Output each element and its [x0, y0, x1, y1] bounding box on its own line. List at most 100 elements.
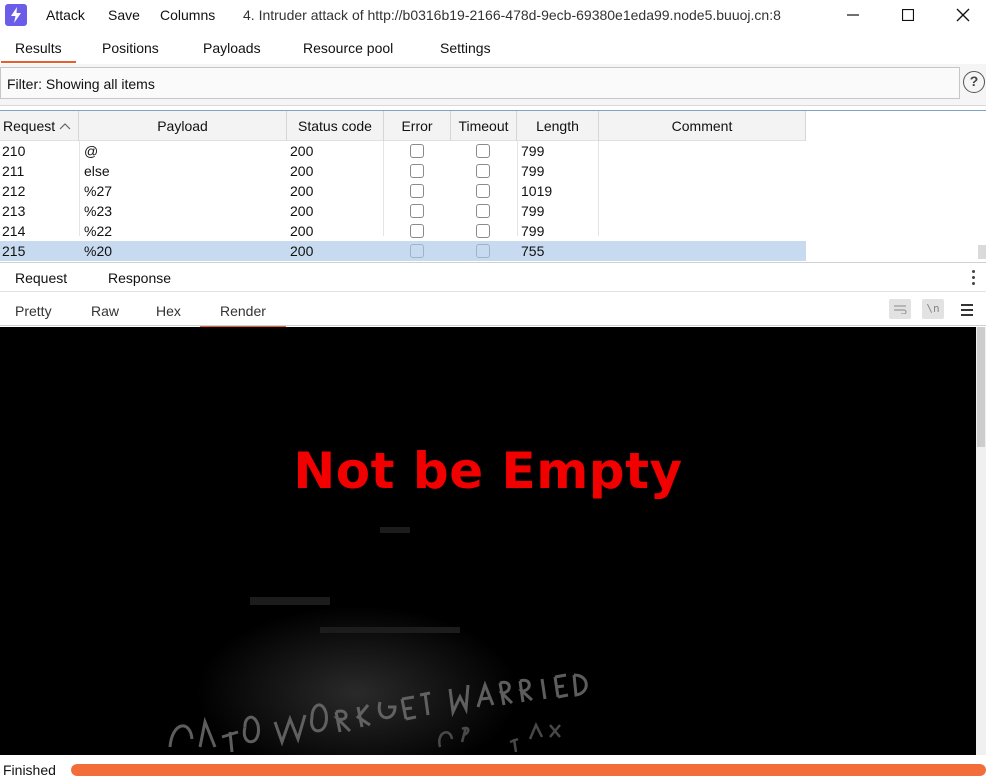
cell-payload: @	[84, 143, 99, 159]
tab-payloads[interactable]: Payloads	[203, 40, 261, 56]
attack-tabs: Results Positions Payloads Resource pool…	[0, 34, 986, 63]
cell-payload: %27	[84, 183, 113, 199]
status-text: Finished	[3, 762, 56, 778]
table-row[interactable]: 213 %23 200 799	[0, 201, 806, 221]
burp-app-icon	[5, 4, 27, 26]
cell-status: 200	[290, 183, 314, 199]
cell-status: 200	[290, 243, 314, 259]
tab-results[interactable]: Results	[1, 40, 76, 63]
filter-bar: Filter: Showing all items ?	[0, 64, 986, 106]
results-table: Request Payload Status code Error Timeou…	[0, 110, 986, 261]
col-comment[interactable]: Comment	[599, 111, 806, 141]
cell-length: 799	[521, 163, 545, 179]
render-scrollbar[interactable]	[976, 327, 986, 755]
cell-length: 755	[521, 243, 545, 259]
word-wrap-icon[interactable]	[889, 299, 911, 319]
col-status-code[interactable]: Status code	[287, 111, 384, 141]
timeout-checkbox[interactable]	[476, 224, 490, 238]
cell-status: 200	[290, 223, 314, 239]
cell-payload: %23	[84, 203, 113, 219]
timeout-checkbox[interactable]	[476, 144, 490, 158]
maximize-button[interactable]	[885, 0, 931, 30]
col-length[interactable]: Length	[517, 111, 599, 141]
cell-status: 200	[290, 203, 314, 219]
window-title: 4. Intruder attack of http://b0316b19-21…	[243, 7, 781, 23]
cell-length: 799	[521, 223, 545, 239]
timeout-checkbox[interactable]	[476, 244, 490, 258]
render-pane: Not be Empty	[0, 327, 976, 755]
sort-ascending-icon	[59, 123, 71, 130]
timeout-checkbox[interactable]	[476, 164, 490, 178]
error-checkbox[interactable]	[410, 244, 424, 258]
cell-payload: %20	[84, 243, 113, 259]
tab-request[interactable]: Request	[15, 270, 67, 286]
tab-settings[interactable]: Settings	[440, 40, 491, 56]
cell-length: 799	[521, 143, 545, 159]
error-checkbox[interactable]	[410, 204, 424, 218]
col-payload-label: Payload	[157, 118, 208, 134]
table-row[interactable]: 210 @ 200 799	[0, 141, 806, 161]
col-error[interactable]: Error	[384, 111, 451, 141]
error-checkbox[interactable]	[410, 224, 424, 238]
column-divider	[517, 141, 518, 236]
maximize-icon	[902, 9, 914, 21]
col-timeout-label: Timeout	[458, 118, 509, 134]
cell-payload: else	[84, 163, 110, 179]
timeout-checkbox[interactable]	[476, 184, 490, 198]
timeout-checkbox[interactable]	[476, 204, 490, 218]
table-row-selected[interactable]: 215 %20 200 755	[0, 241, 806, 261]
title-bar: Attack Save Columns 4. Intruder attack o…	[0, 0, 986, 32]
show-newlines-button[interactable]: \n	[922, 299, 944, 319]
column-divider	[598, 141, 599, 236]
col-error-label: Error	[401, 118, 433, 134]
tab-positions[interactable]: Positions	[102, 40, 159, 56]
error-checkbox[interactable]	[410, 164, 424, 178]
cell-status: 200	[290, 163, 314, 179]
view-tabs: Pretty Raw Hex Render \n	[0, 293, 986, 328]
tab-render[interactable]: Render	[200, 303, 286, 328]
col-request[interactable]: Request	[0, 111, 79, 141]
table-body: 210 @ 200 799 211 else 200 799 212 %27 2…	[0, 141, 806, 261]
cell-length: 1019	[521, 183, 553, 199]
menu-save[interactable]: Save	[108, 7, 140, 23]
table-scrollbar[interactable]	[978, 245, 986, 259]
progress-bar	[71, 764, 986, 776]
error-checkbox[interactable]	[410, 184, 424, 198]
tab-resource-pool[interactable]: Resource pool	[303, 40, 393, 56]
error-checkbox[interactable]	[410, 144, 424, 158]
hamburger-menu-icon[interactable]	[961, 304, 973, 319]
tab-raw[interactable]: Raw	[91, 303, 119, 319]
close-icon	[956, 8, 970, 22]
table-header: Request Payload Status code Error Timeou…	[0, 111, 806, 141]
more-options-icon[interactable]	[972, 270, 976, 288]
minimize-icon	[847, 14, 859, 16]
cell-request: 214	[2, 223, 26, 239]
menu-attack[interactable]: Attack	[46, 7, 85, 23]
cell-request: 211	[2, 163, 25, 179]
table-row[interactable]: 214 %22 200 799	[0, 221, 806, 241]
cell-request: 210	[2, 143, 26, 159]
col-payload[interactable]: Payload	[79, 111, 287, 141]
close-button[interactable]	[940, 0, 986, 30]
tab-hex[interactable]: Hex	[156, 303, 181, 319]
status-bar: Finished	[0, 755, 986, 781]
progress-fill	[71, 764, 986, 776]
tab-pretty[interactable]: Pretty	[15, 303, 52, 319]
cell-request: 215	[2, 243, 26, 259]
col-comment-label: Comment	[671, 118, 733, 134]
scrollbar-thumb[interactable]	[977, 327, 985, 447]
column-divider	[383, 141, 384, 236]
minimize-button[interactable]	[830, 0, 876, 30]
cell-request: 212	[2, 183, 26, 199]
column-divider	[79, 141, 80, 236]
col-timeout[interactable]: Timeout	[451, 111, 517, 141]
cell-length: 799	[521, 203, 545, 219]
col-length-label: Length	[536, 118, 579, 134]
filter-box[interactable]: Filter: Showing all items	[0, 67, 960, 99]
menu-columns[interactable]: Columns	[160, 7, 215, 23]
cell-request: 213	[2, 203, 26, 219]
table-row[interactable]: 212 %27 200 1019	[0, 181, 806, 201]
table-row[interactable]: 211 else 200 799	[0, 161, 806, 181]
tab-response[interactable]: Response	[90, 270, 189, 295]
help-icon[interactable]: ?	[963, 71, 985, 93]
